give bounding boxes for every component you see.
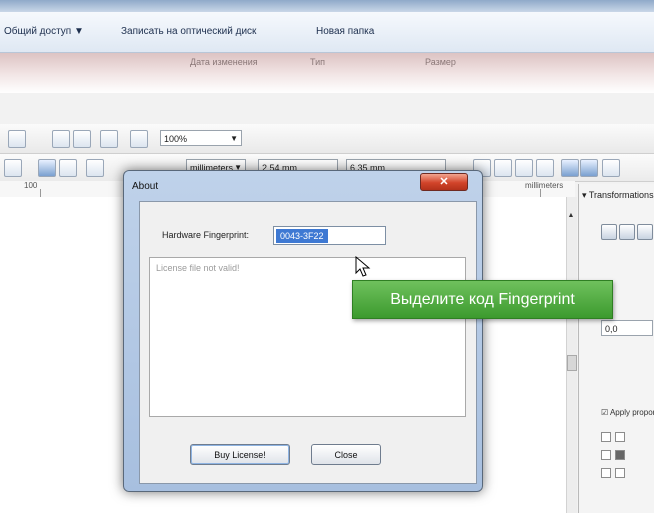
explorer-column-headers: Дата изменения Тип Размер <box>0 53 654 93</box>
docker-title-text: Transformations <box>588 190 654 200</box>
dynamic-guides-icon[interactable] <box>580 159 598 177</box>
anchor-point[interactable] <box>615 432 625 442</box>
chevron-down-icon[interactable]: ▼ <box>230 131 238 147</box>
column-date[interactable]: Дата изменения <box>190 57 258 67</box>
collapse-icon: ▾ <box>582 190 587 200</box>
undo-icon[interactable] <box>8 130 26 148</box>
share-menu[interactable]: Общий доступ ▼ <box>4 26 84 37</box>
close-button[interactable]: Close <box>311 444 381 465</box>
scroll-up-icon[interactable]: ▲ <box>566 212 576 222</box>
scrollbar-thumb[interactable] <box>567 355 577 371</box>
burn-disc-button[interactable]: Записать на оптический диск <box>121 26 256 37</box>
print-icon[interactable] <box>100 130 118 148</box>
page-size-icon[interactable] <box>4 159 22 177</box>
landscape-icon[interactable] <box>59 159 77 177</box>
ruler-label: 100 <box>24 181 38 190</box>
column-size[interactable]: Размер <box>425 57 456 67</box>
apply-proportionally-label: Apply proportionally <box>609 408 654 417</box>
zoom-level-value: 100% <box>164 134 188 144</box>
docker-title[interactable]: ▾ Transformations <box>582 190 654 204</box>
apply-proportionally-checkbox[interactable]: ☑ Apply proportionally <box>601 408 654 417</box>
export-icon[interactable] <box>73 130 91 148</box>
instruction-callout: Выделите код Fingerprint <box>352 280 613 319</box>
guidelines-icon[interactable] <box>561 159 579 177</box>
checkbox-icon: ☑ <box>601 408 609 417</box>
dialog-title: About <box>132 181 159 192</box>
ruler-tick <box>40 189 41 197</box>
x-position-value: 0,0 <box>605 324 618 334</box>
import-icon[interactable] <box>52 130 70 148</box>
anchor-point-selected[interactable] <box>615 450 625 460</box>
position-icon[interactable] <box>601 224 617 240</box>
anchor-point[interactable] <box>601 432 611 442</box>
fingerprint-label: Hardware Fingerprint: <box>162 230 250 240</box>
treat-as-filled-icon[interactable] <box>494 159 512 177</box>
explorer-toolbar: Общий доступ ▼ Записать на оптический ди… <box>0 12 654 53</box>
standard-toolbar: 100% ▼ <box>0 124 654 154</box>
transformations-docker: 0,0 ☑ Apply proportionally <box>578 184 654 513</box>
zoom-icon[interactable] <box>130 130 148 148</box>
license-message: License file not valid! <box>156 263 240 273</box>
new-folder-button[interactable]: Новая папка <box>316 26 374 37</box>
grid-icon[interactable] <box>536 159 554 177</box>
portrait-icon[interactable] <box>38 159 56 177</box>
snap-icon[interactable] <box>515 159 533 177</box>
page-layout-icon[interactable] <box>86 159 104 177</box>
close-icon[interactable]: ✕ <box>420 173 468 191</box>
ruler-tick <box>540 189 541 197</box>
column-type[interactable]: Тип <box>310 57 325 67</box>
mouse-cursor-icon <box>355 256 371 277</box>
window-top-bar <box>0 0 654 12</box>
anchor-point[interactable] <box>601 450 611 460</box>
options-icon[interactable] <box>602 159 620 177</box>
fingerprint-value[interactable]: 0043-3F22 <box>276 229 328 243</box>
fingerprint-field[interactable]: 0043-3F22 <box>273 226 386 245</box>
zoom-level-input[interactable]: 100% ▼ <box>160 130 242 146</box>
anchor-point[interactable] <box>615 468 625 478</box>
anchor-point[interactable] <box>601 468 611 478</box>
rotate-icon[interactable] <box>619 224 635 240</box>
buy-license-button[interactable]: Buy License! <box>190 444 290 465</box>
ruler-units-label: millimeters <box>525 181 564 190</box>
x-position-input[interactable]: 0,0 <box>601 320 653 336</box>
scale-icon[interactable] <box>637 224 653 240</box>
